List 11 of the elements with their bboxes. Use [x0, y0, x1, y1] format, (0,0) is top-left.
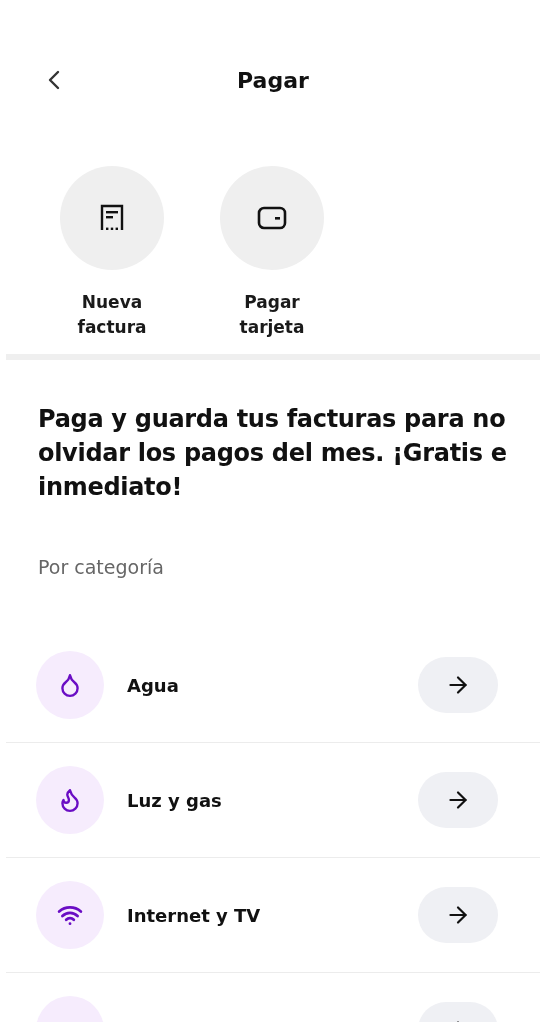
- arrow-button[interactable]: [418, 772, 498, 828]
- wallet-icon: [257, 206, 287, 230]
- category-label[interactable]: Internet y TV: [127, 904, 418, 926]
- invoice-icon: [98, 204, 126, 232]
- arrow-button[interactable]: [418, 657, 498, 713]
- section-label: Por categoría: [38, 556, 165, 578]
- arrow-button[interactable]: [418, 887, 498, 943]
- category-label[interactable]: Luz y gas: [127, 789, 418, 811]
- headline: Paga y guarda tus facturas para no olvidar los pagos del mes. ¡Gratis e inmediato!: [38, 404, 508, 503]
- page-title: Pagar: [237, 67, 309, 93]
- category-label[interactable]: Agua: [127, 674, 418, 696]
